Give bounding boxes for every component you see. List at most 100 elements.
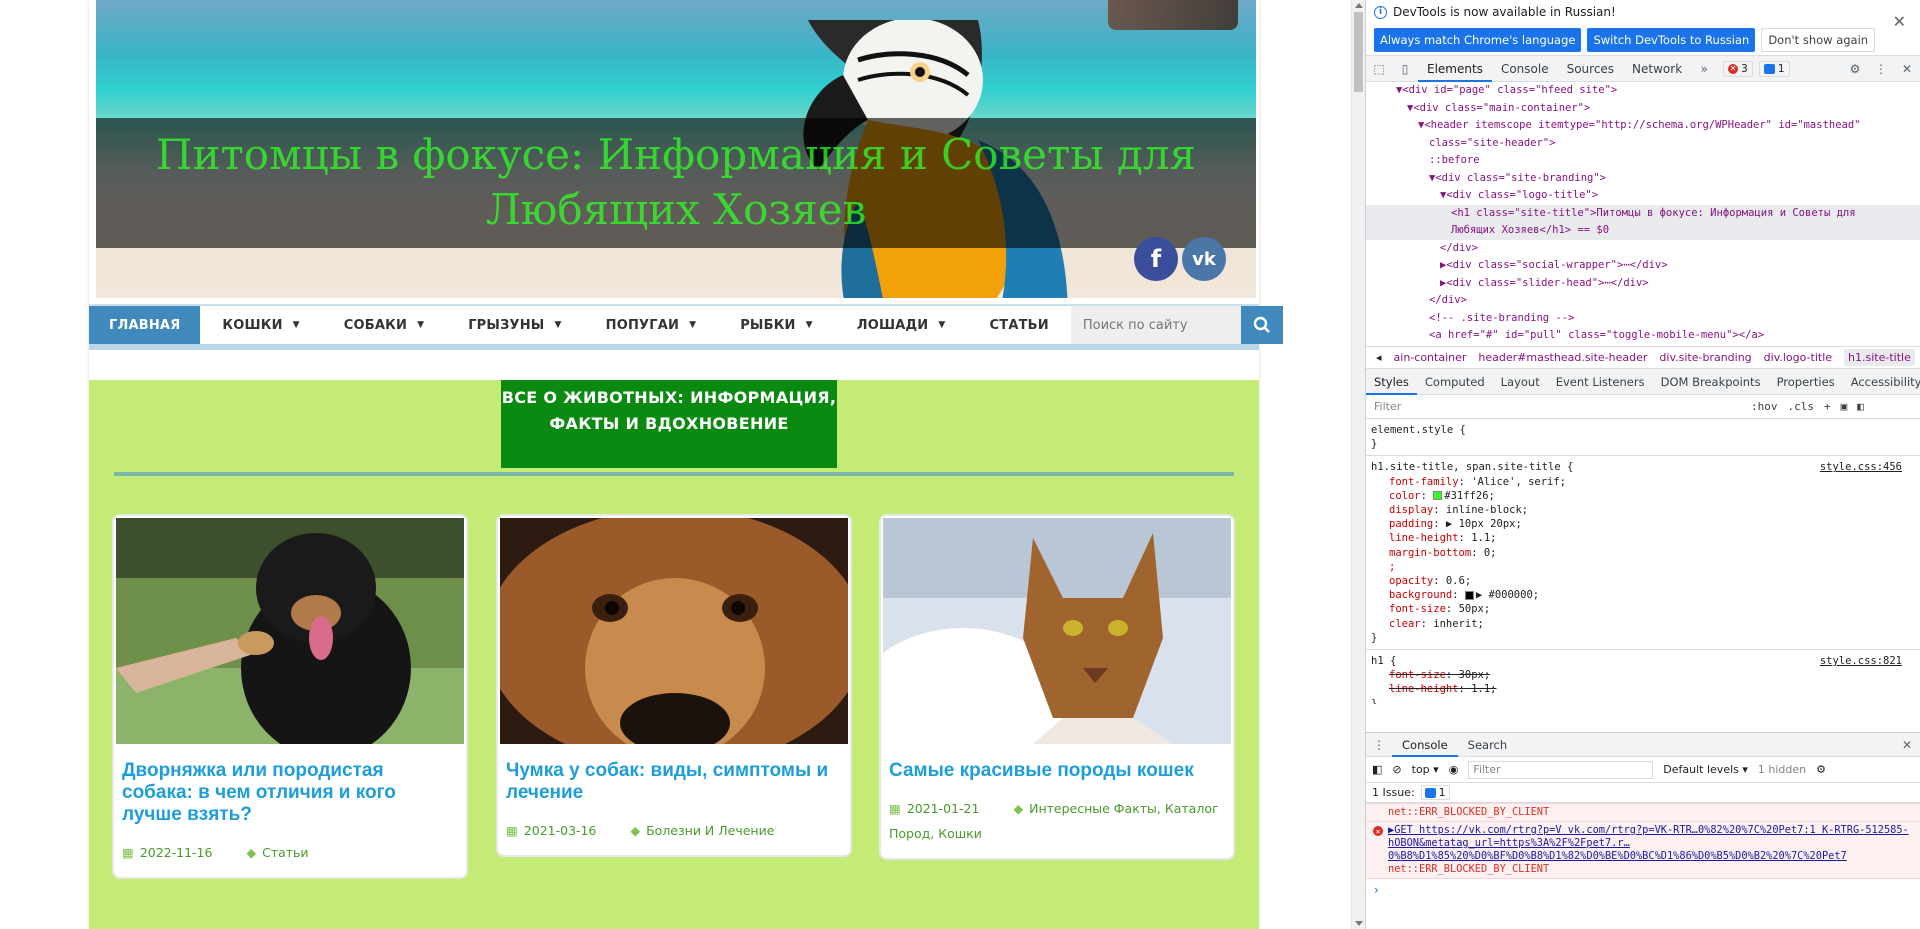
vk-icon[interactable]: vk bbox=[1182, 237, 1226, 281]
switch-russian-button[interactable]: Switch DevTools to Russian bbox=[1587, 28, 1756, 52]
color-swatch-icon[interactable] bbox=[1433, 491, 1443, 501]
post-category[interactable]: Статьи bbox=[262, 845, 308, 860]
breadcrumb-item[interactable]: header#masthead.site-header bbox=[1478, 351, 1647, 364]
css-property[interactable]: font-size: 30px; bbox=[1371, 668, 1916, 682]
issues-bar[interactable]: 1 Issue: 1 bbox=[1366, 783, 1920, 803]
css-property-name[interactable]: font-size bbox=[1389, 603, 1446, 615]
css-property-value[interactable]: 0; bbox=[1484, 547, 1497, 559]
tab-dom-breakpoints[interactable]: DOM Breakpoints bbox=[1653, 369, 1769, 395]
css-property[interactable]: opacity: 0.6; bbox=[1371, 574, 1916, 588]
dom-node-line[interactable]: <h1 class="site-title">Питомцы в фокусе:… bbox=[1366, 204, 1920, 222]
css-property-value[interactable]: ▶ #000000; bbox=[1476, 589, 1539, 601]
styles-filter-input[interactable]: Filter bbox=[1371, 397, 1741, 416]
error-count-badge[interactable]: ✕ 3 bbox=[1723, 60, 1753, 77]
breadcrumb-item[interactable]: div.logo-title bbox=[1764, 351, 1832, 364]
scroll-down-arrow-icon[interactable] bbox=[1355, 921, 1363, 926]
css-property-name[interactable]: margin-bottom bbox=[1389, 547, 1471, 559]
dont-show-again-button[interactable]: Don't show again bbox=[1761, 28, 1876, 52]
drawer-tab-console[interactable]: Console bbox=[1392, 733, 1458, 757]
console-error-request[interactable]: ▶GET https://vk.com/rtrg?p=V vk.com/rtrg… bbox=[1388, 824, 1909, 862]
dom-node-line[interactable]: ▼<div class="site-branding"> bbox=[1366, 170, 1920, 188]
breadcrumb-item-selected[interactable]: h1.site-title bbox=[1844, 349, 1915, 366]
more-tabs-icon[interactable]: » bbox=[1691, 62, 1717, 76]
nav-item-cats[interactable]: КОШКИ ▼ bbox=[200, 306, 321, 344]
css-property-name[interactable]: ; bbox=[1389, 561, 1395, 573]
inspect-element-icon[interactable]: ⬚ bbox=[1366, 62, 1392, 76]
tab-accessibility[interactable]: Accessibility bbox=[1843, 369, 1920, 395]
dom-node-line[interactable]: Любящих Хозяев</h1> == $0 bbox=[1366, 222, 1920, 240]
css-property-name[interactable]: opacity bbox=[1389, 575, 1433, 587]
color-swatch-icon[interactable] bbox=[1464, 590, 1474, 600]
console-settings-icon[interactable]: ⚙ bbox=[1816, 763, 1826, 776]
gear-icon[interactable]: ⚙ bbox=[1842, 62, 1868, 76]
css-property-name[interactable]: line-height bbox=[1389, 683, 1459, 695]
tab-computed[interactable]: Computed bbox=[1417, 369, 1493, 395]
dom-node-line[interactable]: ▼<header itemscope itemtype="http://sche… bbox=[1366, 117, 1920, 135]
post-thumbnail[interactable] bbox=[500, 518, 848, 744]
paint-icon[interactable]: ▣ bbox=[1841, 400, 1848, 413]
hover-state-toggle[interactable]: :hov bbox=[1751, 400, 1778, 413]
post-card[interactable]: Чумка у собак: виды, симптомы и лечение … bbox=[498, 516, 850, 855]
console-filter-input[interactable]: Filter bbox=[1468, 760, 1654, 779]
post-category[interactable]: Болезни И Лечение bbox=[646, 823, 774, 838]
css-source-link[interactable]: style.css:821 bbox=[1820, 654, 1902, 668]
css-property-value[interactable]: 30px; bbox=[1459, 669, 1491, 681]
issues-badge[interactable]: 1 bbox=[1420, 785, 1450, 800]
sidebar-icon[interactable]: ◧ bbox=[1372, 763, 1382, 776]
css-property[interactable]: margin-bottom: 0; bbox=[1371, 546, 1916, 560]
css-property-value[interactable]: inherit; bbox=[1433, 618, 1484, 630]
tab-elements[interactable]: Elements bbox=[1418, 56, 1492, 82]
post-title[interactable]: Самые красивые породы кошек bbox=[881, 746, 1233, 782]
log-levels-select[interactable]: Default levels ▾ bbox=[1663, 763, 1748, 776]
post-thumbnail[interactable] bbox=[883, 518, 1231, 744]
css-property[interactable]: display: inline-block; bbox=[1371, 503, 1916, 517]
tab-layout[interactable]: Layout bbox=[1493, 369, 1548, 395]
css-property-value[interactable]: 50px; bbox=[1459, 603, 1491, 615]
css-property-name[interactable]: clear bbox=[1389, 618, 1421, 630]
dom-node-line[interactable]: </div> bbox=[1366, 240, 1920, 258]
tab-network[interactable]: Network bbox=[1623, 56, 1691, 82]
post-card[interactable]: Дворняжка или породистая собака: в чем о… bbox=[114, 516, 466, 877]
breadcrumb-scroll-left-icon[interactable]: ◂ bbox=[1376, 351, 1382, 364]
post-thumbnail[interactable] bbox=[116, 518, 464, 744]
css-property-name[interactable]: font-family bbox=[1389, 476, 1459, 488]
css-property-value[interactable]: 1.1; bbox=[1471, 683, 1496, 695]
class-toggle[interactable]: .cls bbox=[1788, 400, 1815, 413]
css-property[interactable]: line-height: 1.1; bbox=[1371, 531, 1916, 545]
css-property[interactable]: ; bbox=[1371, 560, 1916, 574]
css-property-name[interactable]: display bbox=[1389, 504, 1433, 516]
tab-sources[interactable]: Sources bbox=[1558, 56, 1623, 82]
clear-console-icon[interactable]: ⊘ bbox=[1392, 763, 1401, 776]
css-property[interactable]: background: ▶ #000000; bbox=[1371, 588, 1916, 602]
eye-icon[interactable]: ◉ bbox=[1449, 763, 1459, 776]
tab-properties[interactable]: Properties bbox=[1769, 369, 1843, 395]
nav-item-dogs[interactable]: СОБАКИ ▼ bbox=[322, 306, 446, 344]
css-property-value[interactable]: inline-block; bbox=[1446, 504, 1528, 516]
device-toolbar-icon[interactable]: ▯ bbox=[1392, 62, 1418, 76]
tab-console[interactable]: Console bbox=[1492, 56, 1558, 82]
dom-node-line[interactable]: ▶<div class="social-wrapper">⋯</div> bbox=[1366, 257, 1920, 275]
facebook-icon[interactable]: f bbox=[1134, 237, 1178, 281]
nav-item-parrots[interactable]: ПОПУГАИ ▼ bbox=[584, 306, 719, 344]
css-property[interactable]: color: #31ff26; bbox=[1371, 489, 1916, 503]
css-property-value[interactable]: 0.6; bbox=[1446, 575, 1471, 587]
post-title[interactable]: Дворняжка или породистая собака: в чем о… bbox=[114, 746, 466, 826]
dom-node-line[interactable]: </div> bbox=[1366, 292, 1920, 310]
dom-node-line[interactable]: ::before bbox=[1366, 152, 1920, 170]
nav-item-horses[interactable]: ЛОШАДИ ▼ bbox=[835, 306, 968, 344]
kebab-menu-icon[interactable]: ⋮ bbox=[1868, 62, 1894, 76]
css-property-value[interactable]: 'Alice', serif; bbox=[1471, 476, 1566, 488]
css-property-value[interactable]: ▶ 10px 20px; bbox=[1446, 518, 1522, 530]
dom-node-line[interactable]: ▶<div class="slider-head">⋯</div> bbox=[1366, 275, 1920, 293]
css-property[interactable]: font-size: 50px; bbox=[1371, 602, 1916, 616]
dom-node-line[interactable]: ▼<div class="main-container"> bbox=[1366, 100, 1920, 118]
breadcrumb-item[interactable]: ain-container bbox=[1394, 351, 1467, 364]
scrollbar-thumb[interactable] bbox=[1354, 12, 1363, 92]
dom-node-line[interactable]: <!-- .site-branding --> bbox=[1366, 310, 1920, 328]
drawer-tab-search[interactable]: Search bbox=[1458, 733, 1518, 757]
sidebar-toggle-icon[interactable]: ◧ bbox=[1857, 400, 1864, 413]
dom-node-line[interactable]: ▼<div class="logo-title"> bbox=[1366, 187, 1920, 205]
site-title[interactable]: Питомцы в фокусе: Информация и Советы дл… bbox=[96, 118, 1256, 247]
page-scrollbar[interactable] bbox=[1351, 0, 1365, 929]
console-prompt[interactable]: › bbox=[1366, 879, 1920, 901]
